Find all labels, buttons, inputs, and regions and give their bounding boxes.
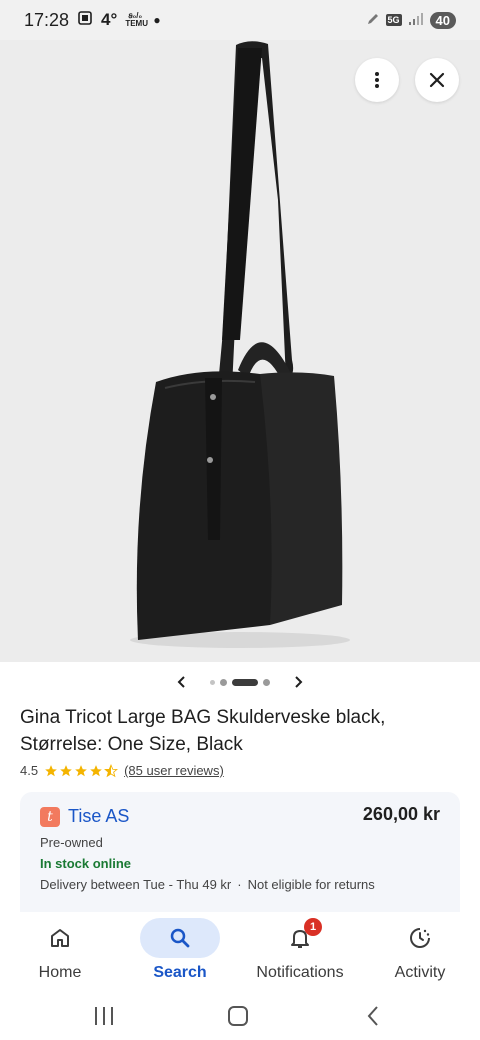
bag-image (0, 40, 480, 662)
close-icon (429, 72, 445, 88)
screenshot-icon (77, 10, 93, 31)
nav-activity[interactable]: Activity (360, 912, 480, 990)
status-bar: 17:28 4° ꞩ₀/₀ TEMU ● 5G 40 (0, 0, 480, 40)
home-square-icon (228, 1006, 248, 1026)
rating-value: 4.5 (20, 763, 39, 778)
star-icon (60, 764, 72, 776)
status-time: 17:28 (24, 9, 70, 30)
more-options-button[interactable] (355, 58, 399, 102)
reviews-link[interactable]: (85 user reviews) (124, 763, 224, 778)
star-rating (44, 763, 119, 778)
rating-row: 4.5 (85 user reviews) (20, 763, 224, 778)
star-icon (75, 764, 87, 776)
recents-icon (95, 1007, 113, 1025)
nav-home-label: Home (38, 964, 82, 981)
offer-price: 260,00 kr (362, 804, 440, 824)
bottom-navigation: Home Search 1 Notifications Activity (0, 912, 480, 990)
status-app-text: ꞩ₀/₀ TEMU (125, 11, 148, 28)
activity-icon (410, 928, 430, 948)
close-button[interactable] (415, 58, 459, 102)
carousel-dot[interactable] (263, 678, 270, 686)
delivery-info: Delivery between Tue - Thu 49 kr · Not e… (40, 877, 440, 892)
offer-card[interactable]: t Tise AS 260,00 kr Pre-owned In stock o… (20, 792, 460, 912)
star-icon (45, 764, 57, 776)
image-carousel-controls (0, 670, 480, 694)
nav-search-pill (140, 918, 220, 958)
star-icon (90, 764, 102, 776)
chevron-right-icon (295, 676, 303, 688)
notification-count-badge: 1 (304, 918, 322, 936)
back-icon (367, 1006, 378, 1026)
nav-notifications[interactable]: 1 Notifications (240, 912, 360, 990)
carousel-dots (210, 678, 270, 686)
seller-logo-icon: t (40, 806, 60, 827)
nav-notifications-label: Notifications (256, 964, 344, 981)
seller-name-link[interactable]: Tise AS (68, 806, 129, 827)
nav-search[interactable]: Search (120, 912, 240, 990)
delivery-text: Delivery between Tue - Thu 49 kr (40, 877, 232, 892)
status-temperature: 4° (101, 10, 118, 29)
nav-activity-label: Activity (394, 964, 446, 981)
nav-activity-pill (380, 918, 460, 958)
home-icon (51, 929, 69, 947)
carousel-dot[interactable] (210, 679, 215, 685)
signal-icon (408, 12, 424, 29)
star-half-icon (104, 763, 119, 777)
search-icon (170, 928, 190, 948)
carousel-dot[interactable] (220, 678, 227, 686)
chevron-left-icon (177, 676, 185, 688)
notification-dot-icon: ● (153, 13, 161, 27)
nav-search-label: Search (153, 964, 207, 981)
previous-image-button[interactable] (172, 672, 192, 692)
nav-home-pill (20, 918, 100, 958)
nav-notifications-pill (260, 918, 340, 958)
system-home-button[interactable] (220, 998, 256, 1034)
battery-icon: 40 (429, 11, 456, 29)
recent-apps-button[interactable] (86, 998, 122, 1034)
stock-status: In stock online (40, 856, 132, 871)
item-condition: Pre-owned (40, 835, 103, 850)
product-title: Gina Tricot Large BAG Skulderveske black… (20, 707, 386, 755)
product-image[interactable] (0, 40, 480, 662)
more-vert-icon (375, 72, 379, 88)
system-navigation-bar (0, 990, 480, 1040)
network-type-badge: 5G (385, 14, 402, 26)
system-back-button[interactable] (355, 998, 391, 1034)
nav-home[interactable]: Home (0, 912, 120, 990)
separator: · (237, 877, 242, 892)
carousel-dot-active[interactable] (232, 678, 258, 686)
returns-text: Not eligible for returns (247, 877, 375, 892)
pen-icon (366, 12, 380, 29)
next-image-button[interactable] (288, 672, 308, 692)
